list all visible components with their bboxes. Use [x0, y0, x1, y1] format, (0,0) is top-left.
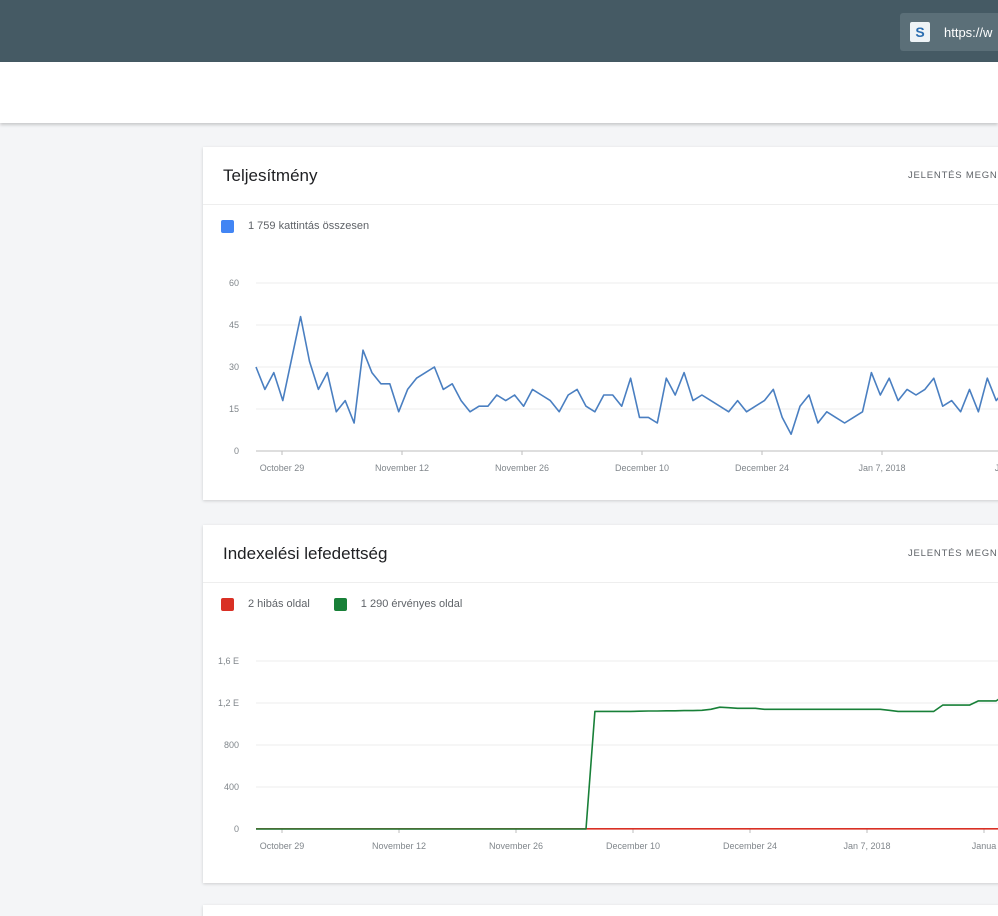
index-coverage-open-report-link[interactable]: JELENTÉS MEGNYITÁSA	[908, 548, 998, 559]
performance-x-tick-label: October 29	[260, 463, 305, 473]
index-coverage-series-line-1	[256, 698, 998, 830]
index-coverage-title: Indexelési lefedettség	[223, 543, 388, 563]
index-coverage-chart: 0 400 800 1,2 E 1,6 E October 29 November 12 No…	[218, 656, 998, 851]
index-coverage-y-tick-label: 400	[224, 782, 239, 792]
sub-header-bar	[0, 62, 998, 123]
index-coverage-x-tick-label: October 29	[260, 841, 305, 851]
index-coverage-y-tick-label: 800	[224, 740, 239, 750]
site-logo-icon: S	[910, 22, 930, 42]
legend-item-errors[interactable]: 2 hibás oldal	[221, 597, 310, 611]
index-coverage-x-tick-label: December 10	[606, 841, 660, 851]
index-coverage-card-header: Indexelési lefedettség JELENTÉS MEGNYITÁ…	[203, 525, 998, 583]
performance-card: Teljesítmény JELENTÉS MEGNYITÁSA 1 759 k…	[203, 147, 998, 500]
index-coverage-x-tick-label: December 24	[723, 841, 777, 851]
property-selector[interactable]: S https://w	[900, 13, 998, 51]
performance-y-tick-label: 0	[234, 446, 239, 456]
index-coverage-y-tick-label: 1,2 E	[218, 698, 239, 708]
performance-legend: 1 759 kattintás összesen	[203, 207, 998, 245]
legend-item-valid[interactable]: 1 290 érvényes oldal	[333, 597, 463, 611]
performance-x-tick-label: November 26	[495, 463, 549, 473]
performance-y-tick-label: 15	[229, 404, 239, 414]
performance-series-line-0	[255, 315, 998, 435]
errors-swatch	[221, 597, 234, 611]
legend-valid-label: 1 290 érvényes oldal	[360, 598, 463, 610]
clicks-swatch	[221, 219, 234, 233]
legend-errors-label: 2 hibás oldal	[248, 598, 310, 610]
index-coverage-y-tick-label: 1,6 E	[218, 656, 239, 666]
index-coverage-card: Indexelési lefedettség JELENTÉS MEGNYITÁ…	[203, 525, 998, 883]
legend-item-clicks[interactable]: 1 759 kattintás összesen	[221, 219, 370, 233]
performance-x-tick-label: November 12	[375, 463, 429, 473]
property-url: https://w	[944, 24, 993, 40]
performance-card-header: Teljesítmény JELENTÉS MEGNYITÁSA	[203, 147, 998, 205]
valid-swatch	[333, 597, 347, 611]
index-coverage-x-tick-label: Janua	[972, 841, 997, 851]
index-coverage-legend: 2 hibás oldal 1 290 érvényes oldal	[203, 585, 998, 623]
performance-chart: 0 15 30 45 60 October 29 November 12 November 2…	[229, 278, 998, 473]
index-coverage-y-tick-label: 0	[234, 824, 239, 834]
performance-x-tick-label: Jan 7, 2018	[858, 463, 905, 473]
index-coverage-x-tick-label: Jan 7, 2018	[843, 841, 890, 851]
performance-y-tick-label: 30	[229, 362, 239, 372]
performance-x-tick-label: December 24	[735, 463, 789, 473]
performance-y-tick-label: 60	[229, 278, 239, 288]
index-coverage-x-tick-label: November 12	[372, 841, 426, 851]
performance-x-tick-label: December 10	[615, 463, 669, 473]
legend-clicks-label: 1 759 kattintás összesen	[248, 220, 370, 232]
performance-title: Teljesítmény	[223, 165, 318, 185]
next-card	[203, 905, 998, 916]
top-app-bar: S https://w	[0, 0, 998, 62]
performance-open-report-link[interactable]: JELENTÉS MEGNYITÁSA	[908, 170, 998, 181]
performance-y-tick-label: 45	[229, 320, 239, 330]
index-coverage-x-tick-label: November 26	[489, 841, 543, 851]
